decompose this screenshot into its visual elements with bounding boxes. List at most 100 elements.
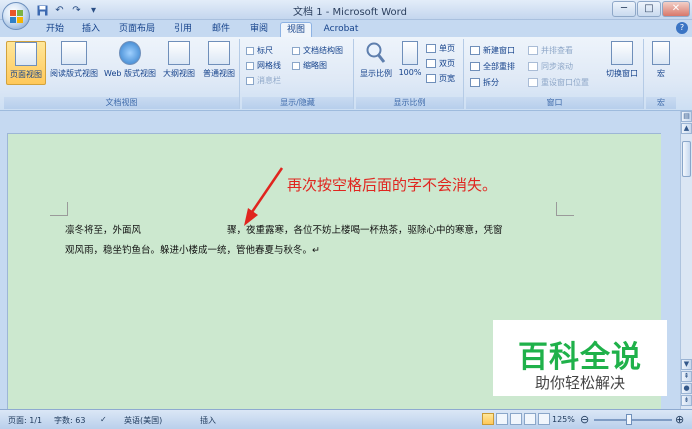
group-label: 文档视图 xyxy=(4,97,239,109)
new-window-icon xyxy=(470,46,480,55)
paragraph-line: 观风雨，稳坐钓鱼台。躲进小楼成一统，管他春夏与秋冬。↵ xyxy=(65,245,320,256)
help-icon[interactable]: ? xyxy=(676,22,688,34)
document-body[interactable]: 凛冬将至，外面风 骤，夜重露寒，各位不妨上楼喝一杯热茶，驱除心中的寒意，凭窗 观风… xyxy=(65,221,565,261)
tab-acrobat[interactable]: Acrobat xyxy=(318,22,364,37)
tab-home[interactable]: 开始 xyxy=(38,22,72,37)
watermark-logo: 百科全说 助你轻松解决 xyxy=(493,320,667,396)
two-pages-button[interactable]: 双页 xyxy=(426,58,455,69)
two-pages-icon xyxy=(426,59,436,68)
outline-icon xyxy=(168,41,190,65)
tab-page-layout[interactable]: 页面布局 xyxy=(112,22,162,37)
scroll-up-icon[interactable]: ▲ xyxy=(681,123,692,134)
globe-icon xyxy=(119,41,141,65)
vertical-scrollbar[interactable]: ▤ ▲ ▼ ⇞ ● ⇟ xyxy=(680,111,692,409)
ruler-checkbox[interactable]: 标尺 xyxy=(246,45,273,56)
macros-button[interactable]: 宏 xyxy=(648,41,674,85)
zoom-level[interactable]: 125% xyxy=(552,415,575,424)
thumbnails-checkbox[interactable]: 缩略图 xyxy=(292,60,327,71)
print-layout-icon xyxy=(15,42,37,66)
outline-view-button[interactable]: 大纲视图 xyxy=(160,41,198,85)
group-label: 宏 xyxy=(646,97,676,109)
one-page-button[interactable]: 单页 xyxy=(426,43,455,54)
tab-insert[interactable]: 插入 xyxy=(76,22,106,37)
customize-icon[interactable]: ▾ xyxy=(87,4,100,17)
tab-review[interactable]: 审阅 xyxy=(244,22,274,37)
text-run: 凛冬将至，外面风 xyxy=(65,225,142,236)
full-screen-reading-button[interactable]: 阅读版式视图 xyxy=(48,41,100,85)
side-by-side-icon xyxy=(528,46,538,55)
gridlines-checkbox[interactable]: 网格线 xyxy=(246,60,281,71)
insert-mode[interactable]: 插入 xyxy=(200,415,216,426)
switch-windows-icon xyxy=(611,41,633,65)
language-indicator[interactable]: 英语(美国) xyxy=(124,415,162,426)
scroll-down-icon[interactable]: ▼ xyxy=(681,359,692,370)
print-layout-button[interactable]: 页面视图 xyxy=(6,41,46,85)
reset-window-position-button[interactable]: 重设窗口位置 xyxy=(528,77,589,88)
zoom-slider-track[interactable] xyxy=(594,419,672,421)
view-side-by-side-button[interactable]: 并排查看 xyxy=(528,45,573,56)
scroll-thumb[interactable] xyxy=(682,141,691,177)
macro-icon xyxy=(652,41,670,65)
web-layout-button[interactable]: Web 版式视图 xyxy=(102,41,158,85)
zoom-100-button[interactable]: 100% xyxy=(396,41,424,85)
zoom-out-icon[interactable]: ⊖ xyxy=(580,413,589,426)
minimize-button[interactable]: ─ xyxy=(612,1,636,17)
draft-icon xyxy=(208,41,230,65)
reading-layout-icon xyxy=(61,41,87,65)
new-window-button[interactable]: 新建窗口 xyxy=(470,45,515,56)
split-button[interactable]: 拆分 xyxy=(470,77,499,88)
document-map-checkbox[interactable]: 文档结构图 xyxy=(292,45,343,56)
word-count[interactable]: 字数: 63 xyxy=(54,415,85,426)
window-controls: ─ □ ✕ xyxy=(612,1,690,17)
split-icon xyxy=(470,78,480,87)
page-100-icon xyxy=(402,41,418,65)
save-icon[interactable] xyxy=(36,4,49,17)
magnifier-icon xyxy=(365,41,387,65)
outline-view-icon[interactable] xyxy=(524,413,536,425)
browse-object-icon[interactable]: ● xyxy=(681,383,692,394)
page-width-button[interactable]: 页宽 xyxy=(426,73,455,84)
redo-icon[interactable]: ↷ xyxy=(70,4,83,17)
tab-references[interactable]: 引用 xyxy=(168,22,198,37)
paragraph-line: 凛冬将至，外面风 骤，夜重露寒，各位不妨上楼喝一杯热茶，驱除心中的寒意，凭窗 xyxy=(65,221,565,241)
next-page-icon[interactable]: ⇟ xyxy=(681,395,692,406)
zoom-slider-thumb[interactable] xyxy=(626,414,632,425)
group-label: 窗口 xyxy=(466,97,643,109)
switch-windows-button[interactable]: 切换窗口 xyxy=(602,41,642,85)
one-page-icon xyxy=(426,44,436,53)
close-button[interactable]: ✕ xyxy=(662,1,690,17)
print-layout-view-icon[interactable] xyxy=(482,413,494,425)
margin-corner-right xyxy=(556,202,574,216)
message-bar-checkbox[interactable]: 消息栏 xyxy=(246,75,281,86)
ribbon-tabs: 开始 插入 页面布局 引用 邮件 审阅 视图 Acrobat xyxy=(0,20,692,37)
proofing-icon[interactable]: ✓ xyxy=(100,415,107,424)
reset-window-icon xyxy=(528,78,538,87)
previous-page-icon[interactable]: ⇞ xyxy=(681,371,692,382)
sync-scrolling-button[interactable]: 同步滚动 xyxy=(528,61,573,72)
office-button[interactable] xyxy=(2,2,30,30)
group-zoom: 显示比例 100% 单页 双页 页宽 显示比例 xyxy=(356,39,464,109)
draft-view-button[interactable]: 普通视图 xyxy=(200,41,238,85)
arrange-all-icon xyxy=(470,62,480,71)
reading-view-icon[interactable] xyxy=(496,413,508,425)
arrange-all-button[interactable]: 全部重排 xyxy=(470,61,515,72)
office-logo-icon xyxy=(10,10,23,23)
group-label: 显示比例 xyxy=(356,97,463,109)
tab-mailings[interactable]: 邮件 xyxy=(206,22,236,37)
zoom-button[interactable]: 显示比例 xyxy=(358,41,394,85)
maximize-button[interactable]: □ xyxy=(637,1,661,17)
annotation-arrow-icon xyxy=(244,167,284,226)
page-count[interactable]: 页面: 1/1 xyxy=(8,415,42,426)
group-document-views: 页面视图 阅读版式视图 Web 版式视图 大纲视图 普通视图 文档视图 xyxy=(4,39,240,109)
undo-icon[interactable]: ↶ xyxy=(53,4,66,17)
watermark-subtitle: 助你轻松解决 xyxy=(534,374,625,392)
group-window: 新建窗口 全部重排 拆分 并排查看 同步滚动 重设窗口位置 切换窗口 窗口 xyxy=(466,39,644,109)
ribbon: 页面视图 阅读版式视图 Web 版式视图 大纲视图 普通视图 文档视图 标尺 网… xyxy=(0,37,692,111)
ruler-toggle-icon[interactable]: ▤ xyxy=(681,111,692,122)
tab-view[interactable]: 视图 xyxy=(280,22,312,37)
web-view-icon[interactable] xyxy=(510,413,522,425)
draft-view-icon[interactable] xyxy=(538,413,550,425)
annotation-text: 再次按空格后面的字不会消失。 xyxy=(287,176,498,194)
zoom-in-icon[interactable]: ⊕ xyxy=(675,413,684,426)
window-title: 文档 1 - Microsoft Word xyxy=(293,7,407,18)
